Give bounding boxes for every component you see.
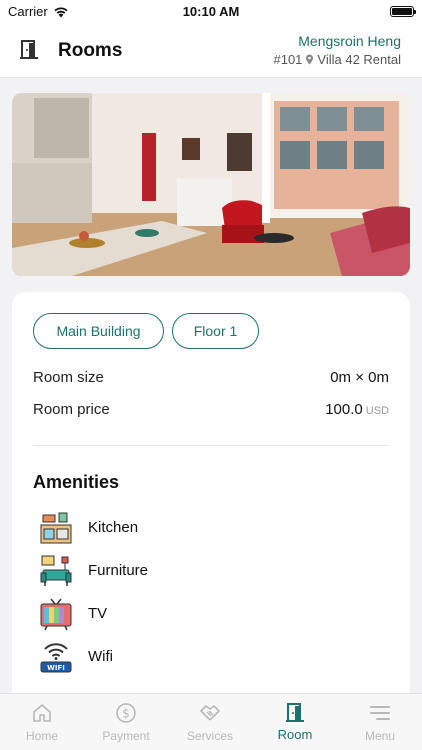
door-icon <box>18 39 40 61</box>
tab-home[interactable]: Home <box>0 694 84 750</box>
menu-icon <box>370 706 390 720</box>
amenity-label: Wifi <box>88 648 113 665</box>
amenity-item: WIFI Wifi <box>39 640 339 674</box>
tab-room[interactable]: Room <box>253 694 337 750</box>
amenity-item: TV <box>39 597 339 631</box>
building-chip[interactable]: Main Building <box>33 313 164 349</box>
sofa-icon <box>40 555 72 586</box>
tab-label: Home <box>25 729 58 743</box>
tv-icon <box>40 598 72 631</box>
home-icon <box>33 704 51 722</box>
room-location: #101 Villa 42 Rental <box>273 52 401 67</box>
page-title: Rooms <box>58 40 123 61</box>
amenity-label: TV <box>88 605 108 622</box>
kitchen-icon <box>40 512 72 544</box>
tab-label: Room <box>277 727 313 742</box>
amenities-title: Amenities <box>33 472 120 492</box>
price-unit: USD <box>365 405 389 417</box>
handshake-icon <box>200 705 220 721</box>
tab-label: Services <box>186 729 233 743</box>
svg-text:WIFI: WIFI <box>47 664 65 672</box>
status-time: 10:10 AM <box>182 4 240 19</box>
amenity-label: Furniture <box>88 562 149 579</box>
tab-payment[interactable]: $ Payment <box>84 694 168 750</box>
amenity-item: Kitchen <box>39 511 339 545</box>
room-size-value: 0m × 0m <box>330 369 389 386</box>
amenity-item: Furniture <box>39 554 339 588</box>
floor-chip[interactable]: Floor 1 <box>172 313 259 349</box>
tab-label: Menu <box>364 729 396 743</box>
tab-services[interactable]: Services <box>168 694 252 750</box>
amenity-label: Kitchen <box>88 519 139 536</box>
tab-label: Payment <box>102 729 150 743</box>
door-icon <box>286 703 304 722</box>
room-photo <box>12 93 410 276</box>
wifi-icon: WIFI <box>40 643 72 673</box>
app-header: Rooms Mengsroin Heng #101 Villa 42 Renta… <box>0 24 422 78</box>
tab-bar: Home $ Payment Services Room Menu <box>0 693 422 750</box>
room-number: #101 <box>273 52 303 67</box>
status-bar: Carrier 10:10 AM <box>0 0 422 24</box>
divider <box>33 445 389 446</box>
room-size-row: Room size 0m × 0m <box>33 369 389 389</box>
tab-menu[interactable]: Menu <box>338 694 422 750</box>
price-amount: 100.0 <box>325 401 363 418</box>
user-name[interactable]: Mengsroin Heng <box>298 33 401 49</box>
room-price-value: 100.0 USD <box>325 401 389 418</box>
dollar-icon: $ <box>116 703 136 723</box>
battery-icon <box>390 6 416 17</box>
room-price-row: Room price 100.0 USD <box>33 401 389 421</box>
room-price-label: Room price <box>33 401 110 418</box>
room-details-card: Main Building Floor 1 Room size 0m × 0m … <box>12 292 410 712</box>
property-name: Villa 42 Rental <box>317 52 401 67</box>
svg-text:$: $ <box>122 707 130 721</box>
room-size-label: Room size <box>33 369 104 386</box>
location-pin-icon <box>306 54 314 65</box>
